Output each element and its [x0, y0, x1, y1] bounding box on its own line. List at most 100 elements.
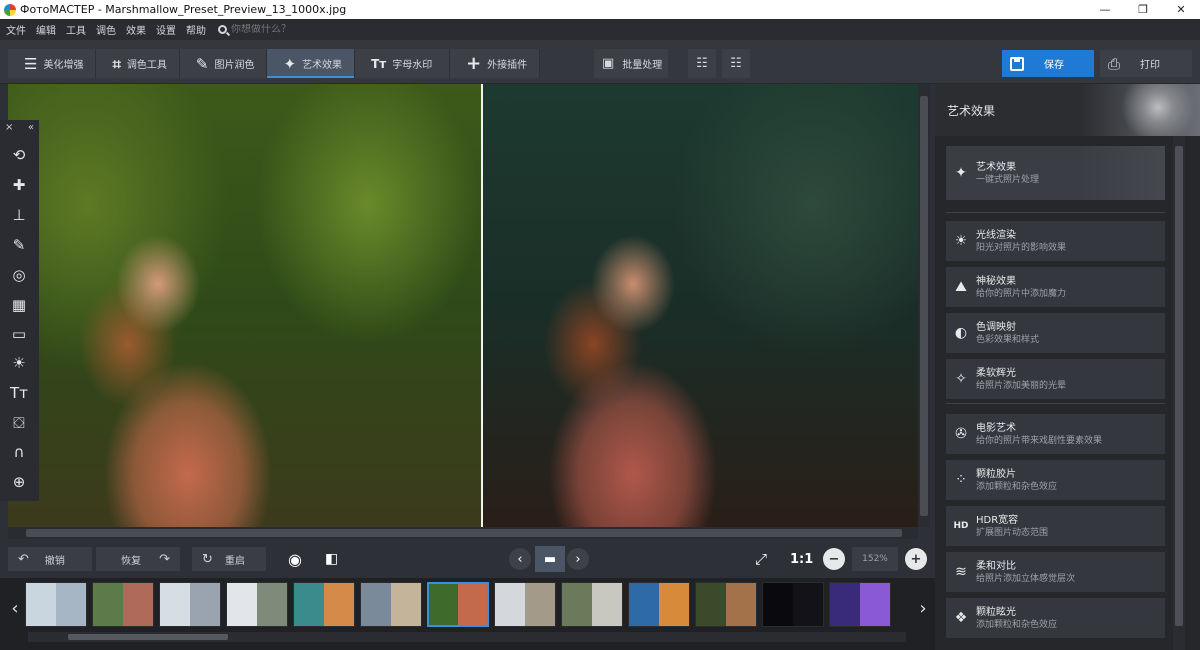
zoom-out-button[interactable]: − — [823, 547, 845, 571]
filmstrip-next-icon[interactable]: › — [916, 588, 930, 628]
effect-desc: 给照片添加立体感觉层次 — [976, 573, 1076, 584]
globe-tool-icon[interactable]: ⊕ — [9, 472, 29, 492]
fit-screen-button[interactable]: ⤢ — [755, 547, 767, 571]
menu-settings[interactable]: 设置 — [156, 22, 176, 37]
panel-scrollbar[interactable] — [1173, 136, 1185, 650]
actual-size-button[interactable]: 1:1 — [790, 547, 813, 571]
preview-eye-button[interactable]: ◉ — [288, 547, 302, 571]
tab-plugins-label: 外接插件 — [487, 60, 528, 71]
filmstrip-thumbnail[interactable] — [360, 582, 422, 627]
text-tool-icon[interactable]: Tт — [9, 383, 29, 403]
maximize-button[interactable]: ❐ — [1124, 0, 1162, 19]
menu-tools[interactable]: 工具 — [66, 22, 86, 37]
search-input[interactable] — [231, 24, 321, 35]
compare-icon: ◧ — [325, 551, 339, 567]
brush-tool-icon[interactable]: ✎ — [9, 235, 29, 255]
filmstrip-thumbnail[interactable] — [293, 582, 355, 627]
tab-enhance[interactable]: ☰ 美化增强 — [8, 49, 97, 78]
effect-item[interactable]: ☀ 光线渲染 阳光对照片的影响效果 — [946, 221, 1165, 261]
text-icon: Tт — [371, 56, 387, 71]
prev-image-button[interactable]: ‹ — [509, 547, 531, 571]
effect-item[interactable]: ❖ 颗粒眩光 添加颗粒和杂色效应 — [946, 598, 1165, 638]
close-icon[interactable]: × — [5, 122, 13, 133]
filmstrip-thumbnail[interactable] — [494, 582, 556, 627]
effect-item[interactable]: ⛰ 神秘效果 给你的照片中添加魔力 — [946, 267, 1165, 307]
effect-item[interactable]: ✧ 柔软辉光 给照片添加美丽的光晕 — [946, 359, 1165, 399]
print-button[interactable]: ⎙ 打印 — [1100, 50, 1192, 77]
canvas-horizontal-scrollbar[interactable] — [8, 527, 918, 539]
close-button[interactable]: ✕ — [1162, 0, 1200, 19]
preset-manage-icon: ☷ — [730, 56, 742, 71]
menu-help[interactable]: 帮助 — [186, 22, 206, 37]
filmstrip-thumbnail[interactable] — [628, 582, 690, 627]
menu-effects[interactable]: 效果 — [126, 22, 146, 37]
effect-item[interactable]: HD HDR宽容 扩展图片动态范围 — [946, 506, 1165, 546]
radial-tool-icon[interactable]: ◎ — [9, 265, 29, 285]
filmstrip-prev-icon[interactable]: ‹ — [8, 588, 22, 628]
effect-item[interactable]: ⁘ 颗粒胶片 添加颗粒和杂色效应 — [946, 460, 1165, 500]
effect-name: HDR宽容 — [976, 514, 1019, 526]
save-label: 保存 — [1044, 60, 1064, 71]
left-toolbar-header: × « — [0, 120, 39, 134]
effect-desc: 色彩效果和样式 — [976, 334, 1040, 345]
menu-edit[interactable]: 编辑 — [36, 22, 56, 37]
filmstrip-thumbnail[interactable] — [695, 582, 757, 627]
zoom-in-button[interactable]: + — [905, 547, 927, 571]
effect-item-art[interactable]: ✦ 艺术效果 一键式照片处理 — [946, 146, 1165, 200]
menu-file[interactable]: 文件 — [6, 22, 26, 37]
tab-plugins[interactable]: + 外接插件 — [450, 49, 541, 78]
save-button[interactable]: 保存 — [1002, 50, 1094, 77]
filmstrip-thumbnail[interactable] — [762, 582, 824, 627]
folder-icon: ▬ — [543, 551, 557, 567]
fit-screen-icon: ⤢ — [755, 550, 768, 568]
tab-adjust-tools-label: 调色工具 — [126, 60, 167, 71]
folder-button[interactable]: ▬ — [535, 546, 565, 572]
fill-tool-icon[interactable]: ⛋ — [9, 413, 29, 433]
after-photo — [483, 84, 918, 527]
tab-retouch[interactable]: ✎ 图片润色 — [180, 49, 268, 78]
add-preset-button[interactable]: ☷ — [688, 49, 716, 78]
manage-preset-button[interactable]: ☷ — [722, 49, 750, 78]
filmstrip-thumbnail[interactable] — [226, 582, 288, 627]
effect-desc: 给你的照片带来戏剧性要素效果 — [976, 435, 1103, 446]
compare-split-line[interactable] — [481, 84, 483, 527]
save-icon — [1010, 56, 1024, 71]
panel-divider — [946, 212, 1165, 213]
next-image-button[interactable]: › — [567, 547, 589, 571]
magnet-tool-icon[interactable]: ∩ — [9, 442, 29, 462]
redo-icon: ↷ — [159, 551, 170, 567]
filmstrip-thumbnail[interactable] — [561, 582, 623, 627]
light-tool-icon[interactable]: ☀ — [9, 353, 29, 373]
zoom-value-field[interactable]: 152% — [852, 547, 898, 571]
collapse-icon[interactable]: « — [28, 122, 34, 133]
menu-color[interactable]: 调色 — [96, 22, 116, 37]
minimize-button[interactable]: — — [1086, 0, 1124, 19]
reset-button[interactable]: ↻ 重启 — [192, 547, 266, 571]
tab-adjust-tools[interactable]: ⌗ 调色工具 — [96, 49, 180, 78]
canvas-vertical-scrollbar[interactable] — [918, 84, 930, 527]
filmstrip-thumbnail[interactable] — [427, 582, 489, 627]
filmstrip-thumbnail[interactable] — [159, 582, 221, 627]
tab-text-watermark[interactable]: Tт 字母水印 — [355, 49, 451, 78]
effect-item[interactable]: ≋ 柔和对比 给照片添加立体感觉层次 — [946, 552, 1165, 592]
tab-art-effects[interactable]: ✦ 艺术效果 — [267, 49, 356, 78]
effect-item[interactable]: ✇ 电影艺术 给你的照片带来戏剧性要素效果 — [946, 414, 1165, 454]
gradient-tool-icon[interactable]: ▦ — [9, 295, 29, 315]
bottom-controls: ↶ 撤销 恢复 ↷ ↻ 重启 ◉ ◧ ‹ ▬ › ⤢ 1:1 − 152% + — [0, 540, 935, 578]
redo-button[interactable]: 恢复 ↷ — [96, 547, 180, 571]
photo-canvas[interactable] — [8, 84, 918, 527]
panel-divider — [946, 403, 1165, 404]
stamp-tool-icon[interactable]: ⊥ — [9, 205, 29, 225]
effect-item[interactable]: ◐ 色调映射 色彩效果和样式 — [946, 313, 1165, 353]
crop-rotate-tool-icon[interactable]: ⟲ — [9, 145, 29, 165]
sparkle-icon: ✧ — [955, 371, 967, 387]
vignette-tool-icon[interactable]: ▭ — [9, 324, 29, 344]
compare-button[interactable]: ◧ — [325, 547, 338, 571]
filmstrip-thumbnail[interactable] — [25, 582, 87, 627]
undo-button[interactable]: ↶ 撤销 — [8, 547, 92, 571]
batch-process-button[interactable]: ▣ 批量处理 — [594, 49, 668, 78]
filmstrip-thumbnail[interactable] — [92, 582, 154, 627]
filmstrip-thumbnail[interactable] — [829, 582, 891, 627]
filmstrip-scrollbar[interactable] — [28, 632, 906, 642]
healing-tool-icon[interactable]: ✚ — [9, 175, 29, 195]
